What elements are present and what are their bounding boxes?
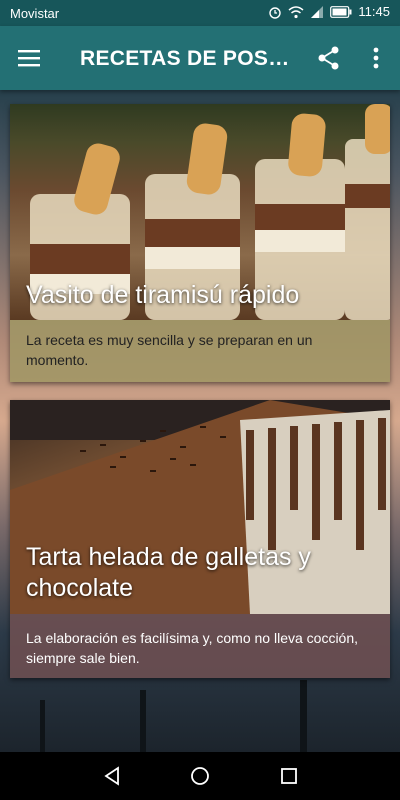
home-icon[interactable] [188, 764, 212, 788]
carrier-name: Movistar [10, 6, 60, 21]
background-palm [140, 690, 146, 752]
recents-icon[interactable] [277, 764, 301, 788]
status-icons: 11:45 [268, 4, 390, 19]
recipe-title: Tarta helada de galletas y chocolate [26, 543, 311, 602]
wifi-icon [288, 5, 304, 18]
recipe-description: La elaboración es facilísima y, como no … [10, 614, 390, 678]
app-title: RECETAS DE POSTRES [80, 47, 290, 70]
back-icon[interactable] [100, 764, 124, 788]
system-nav-bar [0, 752, 400, 800]
menu-icon[interactable] [16, 46, 44, 70]
recipe-description: La receta es muy sencilla y se preparan … [10, 320, 390, 382]
battery-icon [330, 5, 352, 18]
recipe-title: Vasito de tiramisú rápido [26, 281, 300, 309]
recipe-card[interactable]: Tarta helada de galletas y chocolate La … [10, 400, 390, 678]
recipe-card[interactable]: Vasito de tiramisú rápido La receta es m… [10, 104, 390, 382]
app-bar: RECETAS DE POSTRES [0, 26, 400, 90]
share-icon[interactable] [316, 45, 342, 71]
more-vert-icon[interactable] [366, 45, 386, 71]
status-time: 11:45 [358, 4, 390, 19]
background-palm [300, 680, 307, 752]
alarm-icon [269, 6, 282, 19]
status-bar: Movistar 11:45 [0, 0, 400, 26]
recipe-list[interactable]: Vasito de tiramisú rápido La receta es m… [0, 90, 400, 752]
background-palm [40, 700, 45, 752]
signal-icon [311, 5, 324, 18]
